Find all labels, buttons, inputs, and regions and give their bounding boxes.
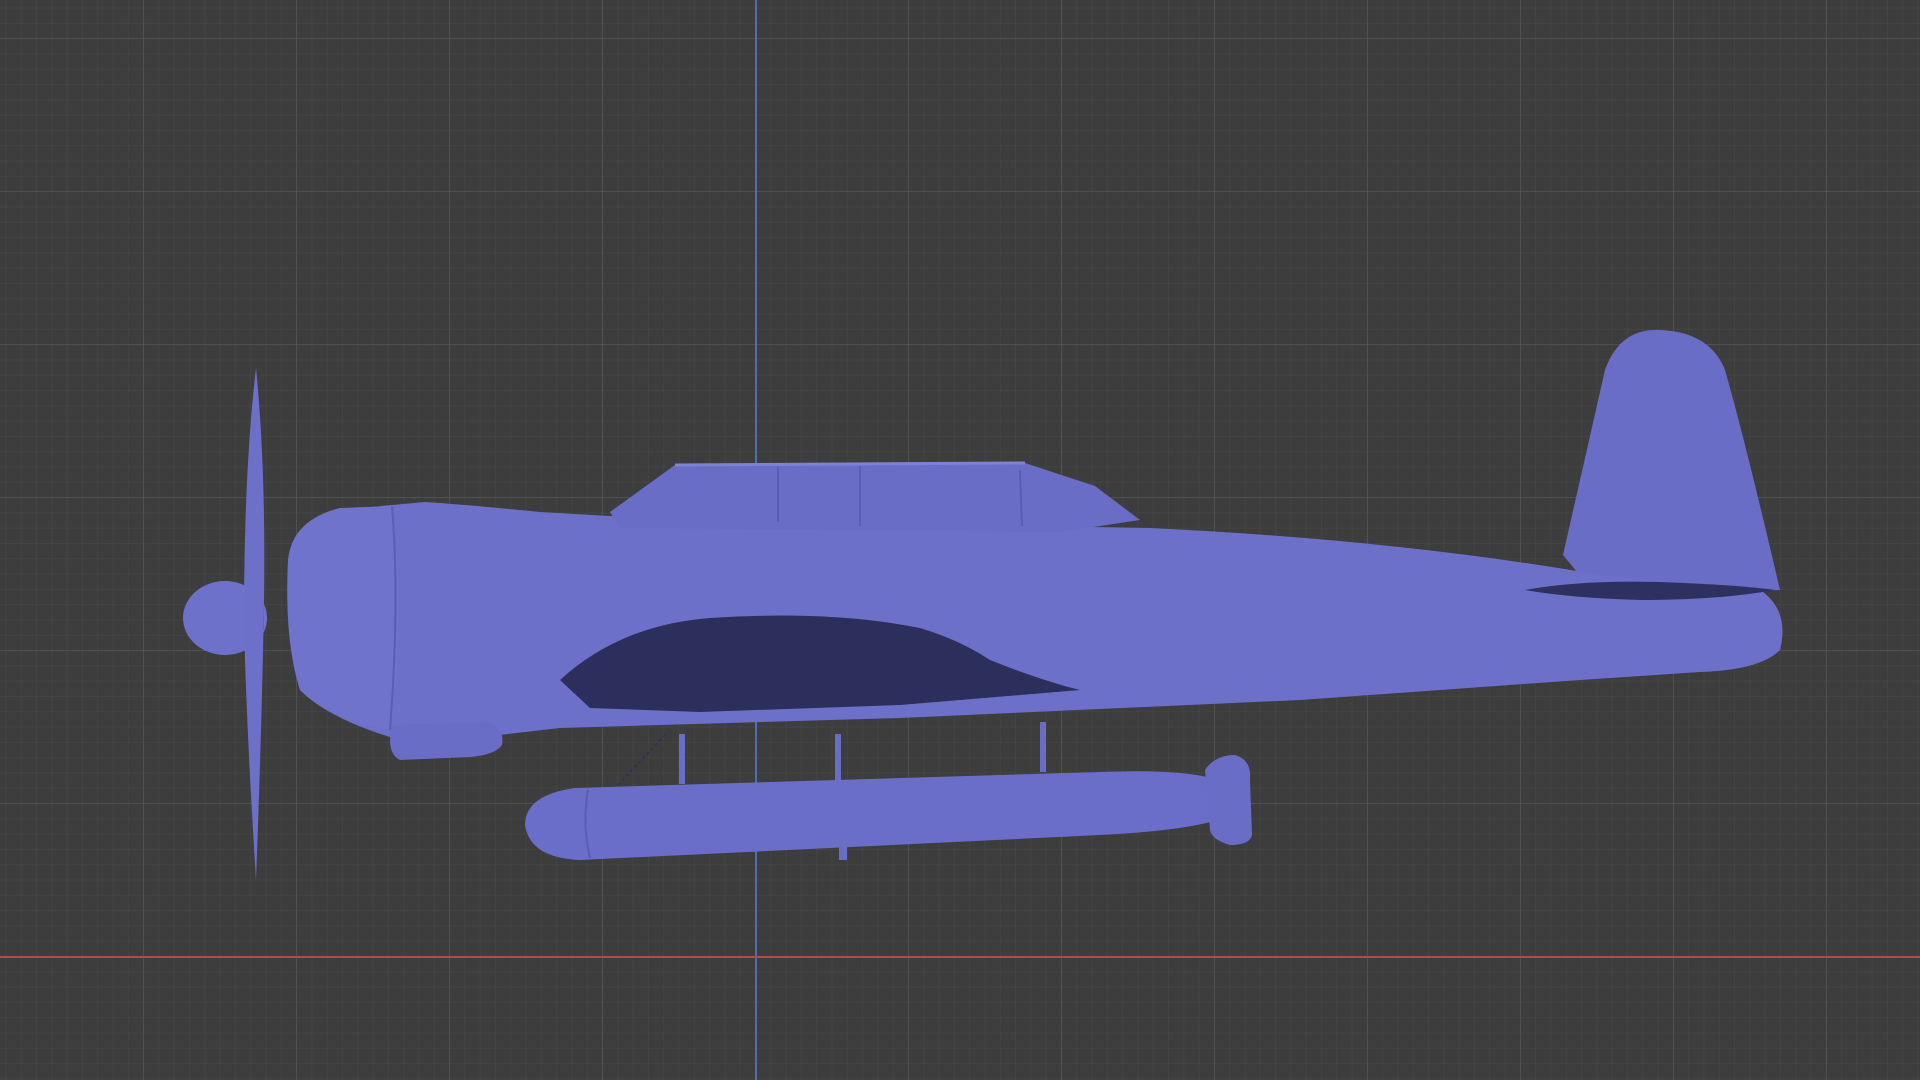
torpedo-strut bbox=[1040, 722, 1046, 772]
3d-viewport[interactable] bbox=[0, 0, 1920, 1080]
chin-scoop[interactable] bbox=[390, 722, 503, 760]
torpedo-band bbox=[839, 840, 847, 860]
aircraft-model[interactable] bbox=[0, 0, 1920, 1080]
cockpit-canopy[interactable] bbox=[610, 463, 1140, 532]
canopy-ridge bbox=[674, 461, 1026, 467]
fuselage[interactable] bbox=[287, 502, 1783, 740]
torpedo-strut bbox=[679, 734, 685, 784]
torpedo-wire bbox=[617, 734, 666, 786]
torpedo-tail-fin[interactable] bbox=[1205, 755, 1252, 845]
propeller-blade[interactable] bbox=[244, 368, 265, 880]
tail-fin[interactable] bbox=[1563, 329, 1780, 600]
torpedo[interactable] bbox=[525, 771, 1238, 860]
torpedo-strut bbox=[835, 734, 841, 784]
engine-cowling[interactable] bbox=[287, 506, 399, 730]
